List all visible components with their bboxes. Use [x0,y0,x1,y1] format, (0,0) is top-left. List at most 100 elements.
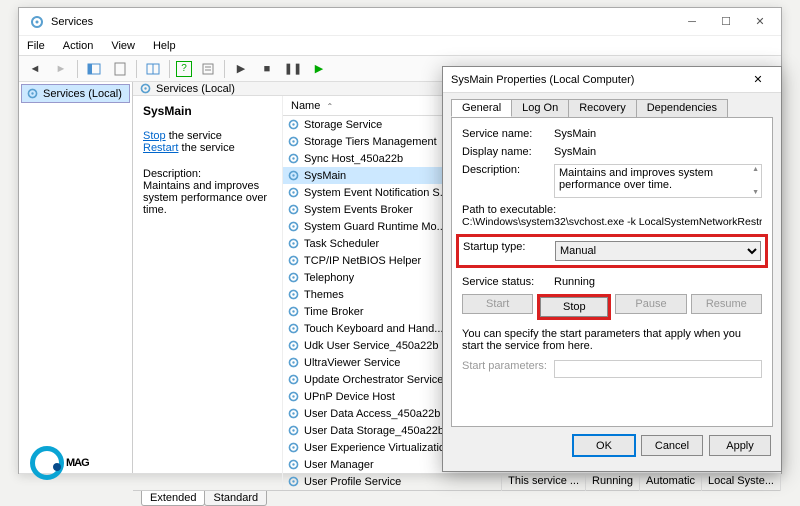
status-logon: Local Syste... [702,474,781,491]
gear-icon [287,373,300,386]
gear-icon [287,118,300,131]
menu-action[interactable]: Action [61,39,96,53]
gear-icon [287,390,300,403]
service-name: UPnP Device Host [304,391,395,403]
display-name-value: SysMain [554,146,762,158]
startup-type-select[interactable]: Manual [555,241,761,261]
service-name: System Guard Runtime Mo... [304,221,446,233]
stop-link[interactable]: Stop [143,130,166,142]
gear-icon [26,87,39,100]
gear-icon [287,271,300,284]
back-button[interactable]: ◄ [25,59,45,79]
column-name[interactable]: Name [291,100,320,112]
export-button[interactable] [110,59,130,79]
tab-extended[interactable]: Extended [141,491,205,506]
start-service-button[interactable]: ▶ [231,59,251,79]
maximize-button[interactable]: ☐ [709,10,743,34]
minimize-button[interactable]: ─ [675,10,709,34]
service-properties-dialog: SysMain Properties (Local Computer) ✕ Ge… [442,66,782,472]
start-parameters-label: Start parameters: [462,360,554,378]
forward-button[interactable]: ► [51,59,71,79]
gear-icon [287,169,300,182]
menu-view[interactable]: View [109,39,137,53]
close-button[interactable]: ✕ [743,10,777,34]
dialog-footer: OK Cancel Apply [443,435,781,464]
logo-text: MAG [66,457,89,469]
scroll-down-icon[interactable]: ▼ [752,189,759,196]
logo-icon [30,446,64,480]
status-state: Running [586,474,640,491]
service-name: TCP/IP NetBIOS Helper [304,255,421,267]
dialog-tab-logon[interactable]: Log On [511,99,569,117]
dialog-title: SysMain Properties (Local Computer) [451,74,743,86]
view-tabs: Extended Standard [133,490,781,506]
properties-button[interactable] [198,59,218,79]
console-tree: Services (Local) [19,82,133,473]
gear-icon [287,458,300,471]
dialog-close-button[interactable]: ✕ [743,70,773,90]
gear-icon [287,424,300,437]
path-value: C:\Windows\system32\svchost.exe -k Local… [462,216,762,228]
show-hide-tree-button[interactable] [84,59,104,79]
service-name: Storage Service [304,119,382,131]
titlebar: Services ─ ☐ ✕ [19,8,781,36]
ok-button[interactable]: OK [573,435,635,456]
gear-icon [139,82,152,95]
start-parameters-hint: You can specify the start parameters tha… [462,328,762,352]
service-status-value: Running [554,276,762,288]
dialog-tab-general[interactable]: General [451,99,512,117]
gear-icon [287,254,300,267]
menu-file[interactable]: File [25,39,47,53]
tree-item-services-local[interactable]: Services (Local) [21,84,130,103]
gear-icon [287,305,300,318]
service-status-label: Service status: [462,276,554,288]
apply-button[interactable]: Apply [709,435,771,456]
dialog-tab-dependencies[interactable]: Dependencies [636,99,728,117]
dialog-titlebar: SysMain Properties (Local Computer) ✕ [443,67,781,93]
service-name: Update Orchestrator Service [304,374,443,386]
sort-arrow-icon: ⌃ [326,102,333,111]
services-icon [29,14,45,30]
gear-icon [287,407,300,420]
path-label: Path to executable: [462,204,762,216]
gear-icon [287,339,300,352]
service-name-value: SysMain [554,128,762,140]
description-heading: Description: [143,168,272,180]
help-button[interactable]: ? [176,61,192,77]
start-parameters-input [554,360,762,378]
cancel-button[interactable]: Cancel [641,435,703,456]
service-control-buttons: Start Stop Pause Resume [462,294,762,320]
resume-button: Resume [691,294,762,314]
gear-icon [287,203,300,216]
service-name: Udk User Service_450a22b [304,340,439,352]
pause-button: Pause [615,294,686,314]
tab-standard[interactable]: Standard [204,491,267,506]
menubar: File Action View Help [19,36,781,56]
dialog-body: Service name:SysMain Display name:SysMai… [451,117,773,427]
highlight-stop-button: Stop [537,294,611,320]
stop-button[interactable]: Stop [540,297,608,317]
service-name: Time Broker [304,306,364,318]
service-name: User Experience Virtualizatio... [304,442,454,454]
gear-icon [287,135,300,148]
restart-link[interactable]: Restart [143,142,178,154]
startup-type-label: Startup type: [463,241,555,261]
stop-service-button[interactable]: ■ [257,59,277,79]
window-title: Services [51,16,675,28]
dialog-tab-recovery[interactable]: Recovery [568,99,636,117]
display-name-label: Display name: [462,146,554,158]
description-text: Maintains and improves system performanc… [143,180,272,216]
refresh-button[interactable] [143,59,163,79]
gear-icon [287,220,300,233]
service-name: User Data Access_450a22b [304,408,440,420]
gear-icon [287,288,300,301]
pause-service-button[interactable]: ❚❚ [283,59,303,79]
service-name: SysMain [304,170,346,182]
menu-help[interactable]: Help [151,39,178,53]
result-header-title: Services (Local) [156,83,235,95]
service-name: User Manager [304,459,374,471]
restart-service-button[interactable]: ▶ [309,59,329,79]
dialog-tabs: General Log On Recovery Dependencies [443,93,781,117]
scroll-up-icon[interactable]: ▲ [752,166,759,173]
start-button: Start [462,294,533,314]
